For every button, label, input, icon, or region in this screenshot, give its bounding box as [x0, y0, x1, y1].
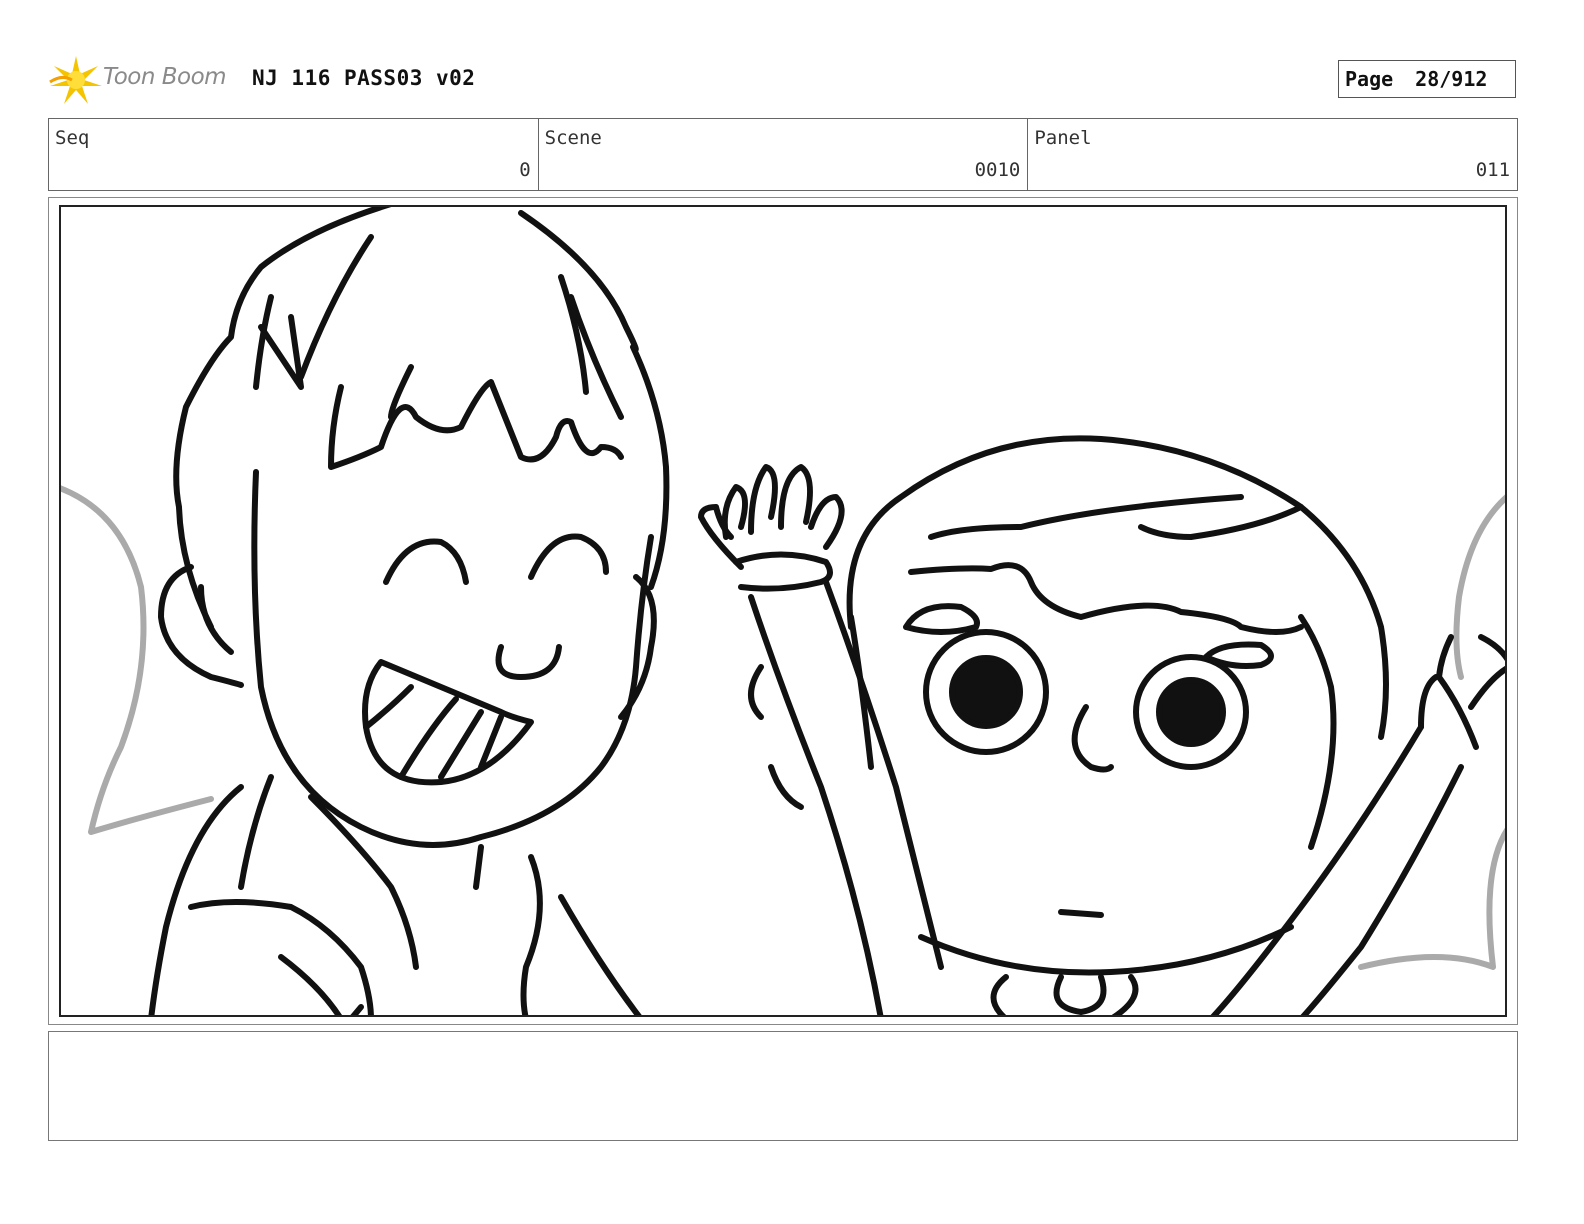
page-label: Page: [1345, 67, 1394, 91]
page-number: 28/912: [1415, 67, 1488, 91]
panel-label: Panel: [1034, 127, 1092, 149]
seq-label: Seq: [55, 127, 90, 149]
sketch-drawing: [61, 207, 1505, 1015]
panel-cell: Panel 011: [1028, 119, 1517, 190]
storyboard-panel-image: [59, 205, 1507, 1017]
logo-text: Toon Boom: [103, 64, 227, 90]
starburst-icon: [49, 56, 102, 104]
metadata-row: Seq 0 Scene 0010 Panel 011: [48, 118, 1518, 191]
seq-value: 0: [519, 159, 531, 181]
scene-cell: Scene 0010: [539, 119, 1029, 190]
document-title: NJ 116 PASS03 v02: [252, 66, 476, 90]
scene-value: 0010: [974, 159, 1021, 181]
panel-value: 011: [1475, 159, 1511, 181]
scene-label: Scene: [544, 127, 602, 149]
page-indicator: Page 28/912: [1338, 60, 1516, 98]
toon-boom-logo: Toon Boom: [48, 52, 238, 108]
seq-cell: Seq 0: [49, 119, 539, 190]
notes-box: [48, 1031, 1518, 1141]
